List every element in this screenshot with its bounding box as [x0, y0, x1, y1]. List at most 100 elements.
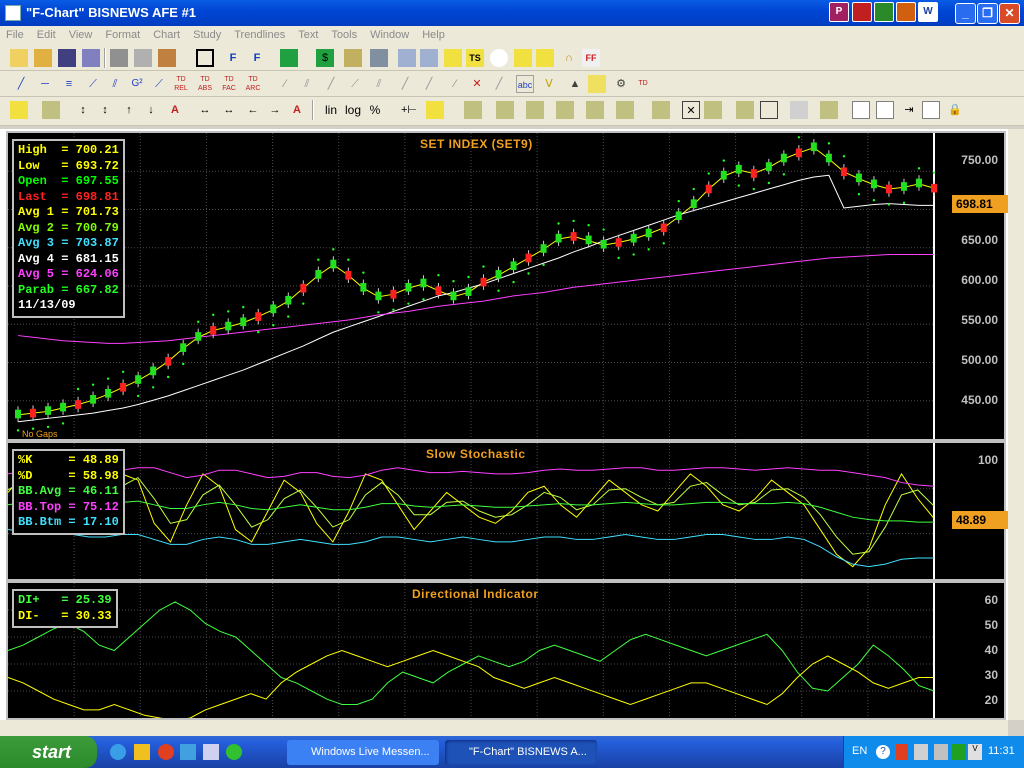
refresh-icon[interactable] — [280, 49, 298, 67]
up-down-arrow-icon[interactable]: ↕ — [74, 101, 92, 119]
save-all-icon[interactable] — [82, 49, 100, 67]
messenger-icon[interactable] — [226, 744, 242, 760]
chart-yellow2-icon[interactable] — [514, 49, 532, 67]
menu-chart[interactable]: Chart — [147, 26, 187, 41]
chart-f-icon[interactable] — [820, 101, 838, 119]
text-abc-icon[interactable]: abc — [516, 75, 534, 93]
chart-yellow3-icon[interactable] — [536, 49, 554, 67]
task-fchart[interactable]: "F-Chart" BISNEWS A... — [445, 740, 597, 765]
window-icon[interactable] — [196, 49, 214, 67]
menu-file[interactable]: File — [0, 26, 31, 41]
f-symbol-next-icon[interactable]: F — [248, 49, 266, 67]
percent-scale-button[interactable]: % — [366, 101, 384, 119]
left-arrow-icon[interactable]: ← — [244, 101, 262, 119]
chart-layout-icon[interactable] — [370, 49, 388, 67]
delete-line-icon[interactable]: ✕ — [468, 75, 486, 93]
lock-icon[interactable]: 🔒 — [946, 101, 964, 119]
app-tray-icon[interactable] — [852, 2, 872, 22]
open-icon[interactable] — [34, 49, 52, 67]
chart-g-icon[interactable] — [922, 101, 940, 119]
td-fac-icon[interactable]: TD FAC — [220, 75, 238, 93]
start-button[interactable]: start — [0, 736, 97, 768]
exit-icon[interactable]: ⇥ — [900, 101, 918, 119]
arrow-line-icon[interactable]: ⟋ — [84, 75, 102, 93]
menu-tools[interactable]: Tools — [325, 26, 364, 41]
powerpoint-icon[interactable]: P — [829, 2, 849, 22]
dropdown-f-icon[interactable] — [586, 101, 604, 119]
menu-edit[interactable]: Edit — [31, 26, 63, 41]
tray-icon-c[interactable] — [952, 744, 966, 760]
dropdown-b-icon[interactable] — [464, 101, 482, 119]
app-icon[interactable] — [5, 5, 21, 21]
chart-d-icon[interactable] — [704, 101, 722, 119]
tool-a-icon[interactable]: ⫽ — [298, 75, 316, 93]
media-icon[interactable] — [158, 744, 174, 760]
task-messenger[interactable]: Windows Live Messen... — [287, 740, 439, 765]
tool-f-icon[interactable]: ╱ — [420, 75, 438, 93]
menu-window[interactable]: Window — [364, 26, 416, 41]
grid-icon[interactable] — [588, 75, 606, 93]
ff-icon[interactable]: FF — [582, 49, 600, 67]
x-box-icon[interactable]: ✕ — [682, 101, 700, 119]
expand-h-icon[interactable]: ↔ — [196, 101, 214, 119]
ts-icon[interactable]: TS — [466, 49, 484, 67]
clock-icon[interactable] — [490, 49, 508, 67]
dropdown-g-icon[interactable] — [616, 101, 634, 119]
ie-icon[interactable] — [110, 744, 126, 760]
menu-format[interactable]: Format — [99, 26, 147, 41]
shield-icon[interactable] — [896, 744, 908, 760]
tool-c-icon[interactable]: ⟋ — [346, 75, 364, 93]
chart-b-icon[interactable] — [42, 101, 60, 119]
word-icon[interactable]: W — [918, 2, 938, 22]
quicklaunch-icon[interactable] — [134, 744, 150, 760]
tool-g-icon[interactable]: ⁄ — [446, 75, 464, 93]
compress-icon[interactable]: ↕ — [96, 101, 114, 119]
channel-tool-icon[interactable]: ≡ — [60, 75, 78, 93]
font-icon[interactable]: A — [166, 101, 184, 119]
menu-study[interactable]: Study — [187, 26, 228, 41]
price-panel[interactable]: SET INDEX (SET9) High = 700.21 Low = 693.… — [6, 131, 1008, 441]
font-h-icon[interactable]: A — [288, 101, 306, 119]
table-icon[interactable] — [760, 101, 778, 119]
chart-a-icon[interactable] — [10, 101, 28, 119]
horseshoe-icon[interactable]: ∩ — [560, 49, 578, 67]
restore-button[interactable]: ❐ — [977, 3, 998, 24]
hline-tool-icon[interactable]: ─ — [36, 75, 54, 93]
gear-icon[interactable]: ⚙ — [612, 75, 630, 93]
page2-icon[interactable] — [420, 49, 438, 67]
line-tool-icon[interactable]: ╱ — [12, 75, 30, 93]
tool-d-icon[interactable]: ⫽ — [370, 75, 388, 93]
menu-trendlines[interactable]: Trendlines — [228, 26, 292, 41]
tray-help-icon[interactable]: ? — [876, 745, 890, 759]
app-tray-icon[interactable] — [896, 2, 916, 22]
dropdown-d-icon[interactable] — [526, 101, 544, 119]
tray-icon-b[interactable] — [934, 744, 948, 760]
tool-b-icon[interactable]: ╱ — [322, 75, 340, 93]
f-symbol-icon[interactable]: F — [224, 49, 242, 67]
directional-indicator-panel[interactable]: Directional Indicator DI+ = 25.39 DI- = 3… — [6, 581, 1006, 720]
menu-text[interactable]: Text — [292, 26, 325, 41]
settings-window-icon[interactable] — [790, 101, 808, 119]
fan-tool-icon[interactable]: ⫽ — [106, 75, 124, 93]
save-icon[interactable] — [58, 49, 76, 67]
crosshair-icon[interactable]: +⊢ — [398, 101, 420, 119]
print-icon[interactable] — [110, 49, 128, 67]
new-icon[interactable] — [10, 49, 28, 67]
right-arrow-icon[interactable]: → — [266, 101, 284, 119]
chart-area[interactable]: SET INDEX (SET9) High = 700.21 Low = 693.… — [0, 129, 1008, 720]
fib-tool-icon[interactable]: ⟋ — [150, 75, 168, 93]
dropdown-c-icon[interactable] — [496, 101, 514, 119]
explorer-icon[interactable] — [180, 744, 196, 760]
linear-scale-button[interactable]: lin — [320, 101, 342, 119]
tool-h-icon[interactable]: ╱ — [490, 75, 508, 93]
wave-icon[interactable]: ᐯ — [540, 75, 558, 93]
paste-window-icon[interactable] — [876, 101, 894, 119]
double-h-arrow-icon[interactable]: ↔ — [220, 101, 238, 119]
chart-c-icon[interactable] — [652, 101, 670, 119]
vertical-scrollbar[interactable] — [1008, 129, 1024, 720]
stochastic-panel[interactable]: Slow Stochastic %K = 48.89 %D = 58.98 BB.A… — [6, 441, 1008, 581]
language-indicator[interactable]: EN — [852, 745, 867, 757]
menu-view[interactable]: View — [63, 26, 100, 41]
excel-icon[interactable] — [874, 2, 894, 22]
close-button[interactable]: ✕ — [999, 3, 1020, 24]
